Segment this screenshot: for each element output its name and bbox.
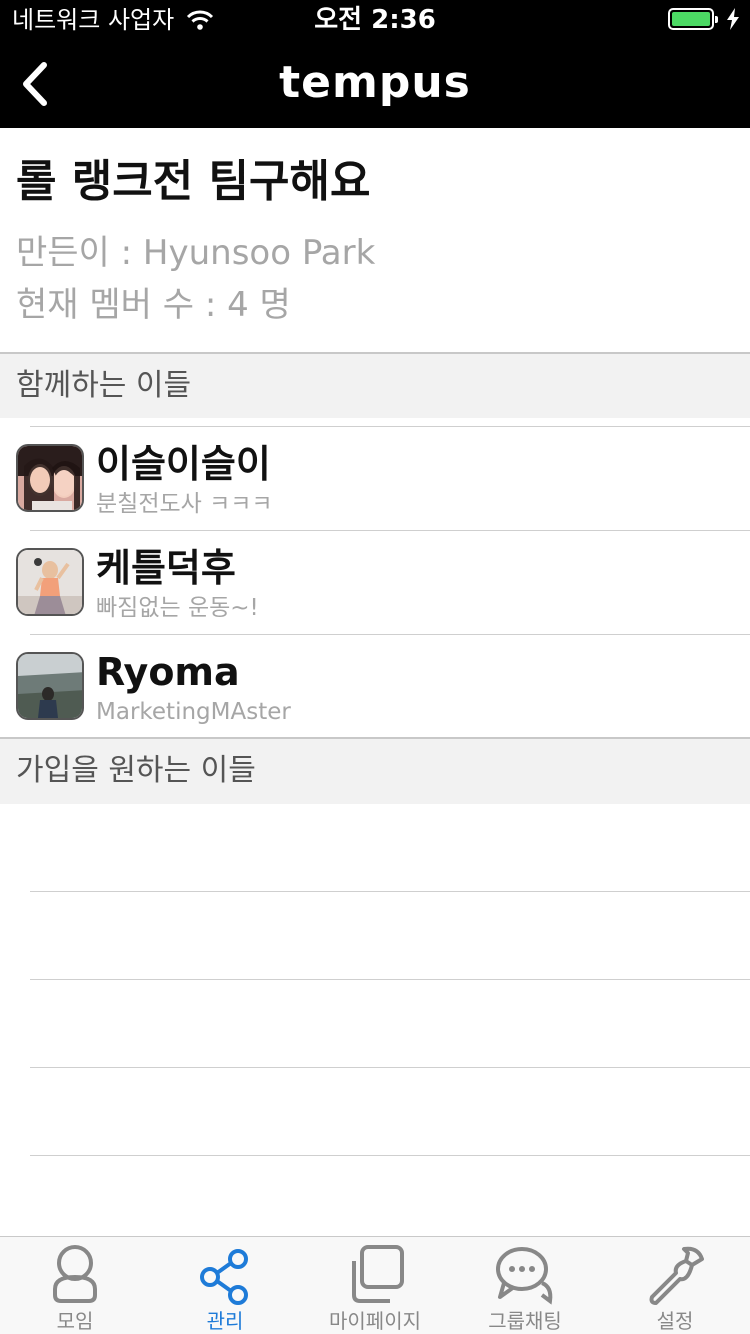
section-title: 함께하는 이들 (16, 368, 192, 403)
member-status: 빠짐없는 운동~! (96, 595, 259, 621)
status-bar: 네트워크 사업자 오전 2:36 (0, 0, 750, 40)
tab-settings[interactable]: 설정 (600, 1237, 750, 1334)
status-time: 오전 2:36 (314, 5, 436, 35)
member-name: 이슬이슬이 (96, 442, 271, 486)
navigation-bar: tempus (0, 40, 750, 128)
tab-manage[interactable]: 관리 (150, 1237, 300, 1334)
member-list: 이슬이슬이 분칠전도사 ㅋㅋㅋ 케틀덕후 빠짐없는 운동~! Ryoma Mar… (0, 418, 750, 737)
tab-label: 마이페이지 (329, 1309, 421, 1333)
member-name: 케틀덕후 (96, 546, 236, 590)
group-member-count: 현재 멤버 수 : 4 명 (16, 285, 291, 325)
group-info: 롤 랭크전 팀구해요 만든이 : Hyunsoo Park 현재 멤버 수 : … (0, 128, 750, 352)
square-stack-icon (352, 1245, 404, 1303)
member-row[interactable]: 이슬이슬이 분칠전도사 ㅋㅋㅋ (0, 418, 750, 522)
row-separator (30, 891, 750, 892)
row-separator (30, 1155, 750, 1156)
app-logo-title: tempus (279, 57, 471, 108)
avatar (16, 444, 84, 512)
row-separator (30, 1067, 750, 1068)
tab-label: 모임 (56, 1309, 94, 1333)
person-icon (53, 1245, 97, 1303)
tab-label: 관리 (206, 1309, 244, 1333)
battery-icon (668, 8, 718, 30)
group-creator: 만든이 : Hyunsoo Park (16, 233, 376, 273)
charging-bolt-icon (727, 8, 739, 30)
avatar (16, 652, 84, 720)
avatar (16, 548, 84, 616)
battery-indicator (668, 8, 740, 30)
member-name: Ryoma (96, 650, 240, 694)
section-header-applicants: 가입을 원하는 이들 (0, 737, 750, 804)
tab-label: 그룹채팅 (488, 1309, 562, 1333)
share-icon (200, 1249, 248, 1305)
tab-mypage[interactable]: 마이페이지 (300, 1237, 450, 1334)
member-status: MarketingMAster (96, 699, 291, 725)
member-row[interactable]: 케틀덕후 빠짐없는 운동~! (0, 522, 750, 626)
wrench-icon (649, 1246, 704, 1305)
section-header-members: 함께하는 이들 (0, 352, 750, 418)
chat-bubbles-icon (496, 1247, 553, 1305)
tab-moim[interactable]: 모임 (0, 1237, 150, 1334)
group-title: 롤 랭크전 팀구해요 (16, 156, 371, 207)
tab-bar: 모임 관리 마이페이지 그룹채팅 설정 (0, 1236, 750, 1334)
member-status: 분칠전도사 ㅋㅋㅋ (96, 491, 273, 517)
tab-label: 설정 (656, 1309, 694, 1333)
row-separator (30, 979, 750, 980)
member-row[interactable]: Ryoma MarketingMAster (0, 626, 750, 730)
tab-group-chat[interactable]: 그룹채팅 (450, 1237, 600, 1334)
section-title: 가입을 원하는 이들 (16, 753, 256, 788)
